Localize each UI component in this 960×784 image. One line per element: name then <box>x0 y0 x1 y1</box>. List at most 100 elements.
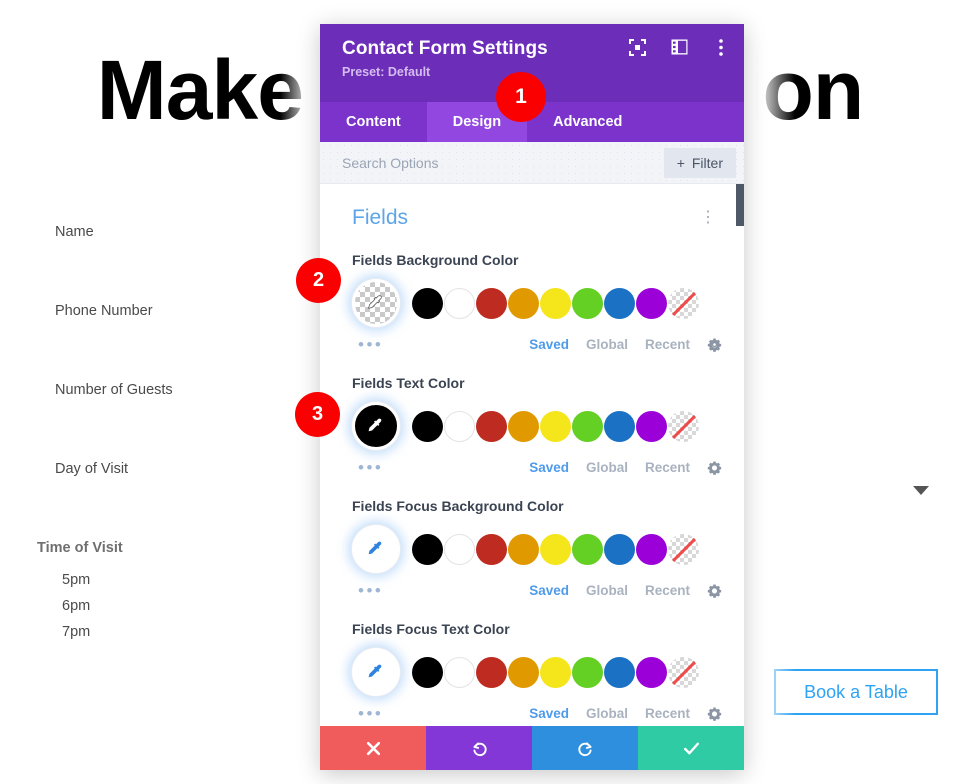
palette-tabs: Saved Global Recent <box>529 460 722 475</box>
palette-dot-orange[interactable] <box>508 533 539 565</box>
field-group-fields-background-color: Fields Background Color ••• Saved Global… <box>320 252 744 353</box>
palette-dot-transparent[interactable] <box>668 287 699 319</box>
eyedropper-icon <box>368 541 382 555</box>
filter-button[interactable]: + Filter <box>663 147 736 178</box>
palette-dot-blue[interactable] <box>604 287 635 319</box>
dropdown-caret-icon[interactable] <box>913 486 929 495</box>
kebab-menu-icon[interactable] <box>712 38 730 56</box>
close-icon <box>366 741 380 755</box>
modal-header-icons <box>628 38 730 56</box>
palette-dot-yellow[interactable] <box>540 287 571 319</box>
more-options-dots[interactable]: ••• <box>358 336 383 353</box>
palette-dot-blue[interactable] <box>604 410 635 442</box>
layout-panel-icon[interactable] <box>670 38 688 56</box>
gear-icon[interactable] <box>707 337 722 352</box>
palette-dot-white[interactable] <box>444 287 475 319</box>
save-button[interactable] <box>638 726 744 770</box>
palette-tab-recent[interactable]: Recent <box>645 706 690 721</box>
tab-advanced[interactable]: Advanced <box>527 102 648 142</box>
palette-dot-yellow[interactable] <box>540 410 571 442</box>
palette-dot-black[interactable] <box>412 656 443 688</box>
color-palette <box>412 410 699 442</box>
modal-footer <box>320 726 744 770</box>
focus-icon[interactable] <box>628 38 646 56</box>
palette-dot-black[interactable] <box>412 533 443 565</box>
section-title: Fields <box>352 206 409 229</box>
field-label: Fields Focus Background Color <box>352 498 564 514</box>
palette-tabs: Saved Global Recent <box>529 706 722 721</box>
palette-dot-yellow[interactable] <box>540 533 571 565</box>
palette-tab-saved[interactable]: Saved <box>529 460 569 475</box>
palette-dot-green[interactable] <box>572 287 603 319</box>
palette-dot-orange[interactable] <box>508 656 539 688</box>
palette-dot-dark-red[interactable] <box>476 410 507 442</box>
active-color-swatch[interactable] <box>352 648 400 696</box>
modal-scrollbar-thumb[interactable] <box>736 184 744 226</box>
palette-dot-transparent[interactable] <box>668 410 699 442</box>
palette-tabs: Saved Global Recent <box>529 583 722 598</box>
palette-dot-dark-red[interactable] <box>476 533 507 565</box>
callout-badge-3: 3 <box>295 392 340 437</box>
search-input[interactable] <box>342 154 664 171</box>
palette-dot-transparent[interactable] <box>668 533 699 565</box>
palette-dot-transparent[interactable] <box>668 656 699 688</box>
palette-dot-white[interactable] <box>444 410 475 442</box>
eyedropper-icon <box>368 664 382 678</box>
palette-dot-dark-red[interactable] <box>476 656 507 688</box>
palette-dot-orange[interactable] <box>508 287 539 319</box>
undo-icon <box>472 741 487 756</box>
palette-dot-green[interactable] <box>572 656 603 688</box>
palette-dot-purple[interactable] <box>636 287 667 319</box>
search-bar: + Filter <box>320 142 744 184</box>
palette-tab-saved[interactable]: Saved <box>529 706 569 721</box>
right-fade-overlay <box>740 0 795 784</box>
palette-dot-white[interactable] <box>444 533 475 565</box>
palette-dot-dark-red[interactable] <box>476 287 507 319</box>
palette-dot-purple[interactable] <box>636 656 667 688</box>
palette-dot-orange[interactable] <box>508 410 539 442</box>
palette-tab-saved[interactable]: Saved <box>529 583 569 598</box>
field-group-fields-focus-background-color: Fields Focus Background Color ••• Saved … <box>320 498 744 599</box>
more-options-dots[interactable]: ••• <box>358 705 383 722</box>
palette-dot-green[interactable] <box>572 410 603 442</box>
palette-tab-recent[interactable]: Recent <box>645 583 690 598</box>
more-options-dots[interactable]: ••• <box>358 582 383 599</box>
palette-dot-black[interactable] <box>412 287 443 319</box>
active-color-swatch[interactable] <box>352 402 400 450</box>
eyedropper-icon <box>368 295 382 309</box>
modal-scrollbar-track[interactable] <box>736 184 744 726</box>
swatch-row <box>352 402 722 450</box>
palette-dot-white[interactable] <box>444 656 475 688</box>
field-group-fields-text-color: Fields Text Color ••• Saved Global Recen… <box>320 375 744 476</box>
palette-dot-purple[interactable] <box>636 533 667 565</box>
palette-tab-global[interactable]: Global <box>586 583 628 598</box>
palette-tab-global[interactable]: Global <box>586 706 628 721</box>
cancel-button[interactable] <box>320 726 426 770</box>
palette-tab-global[interactable]: Global <box>586 460 628 475</box>
palette-dot-green[interactable] <box>572 533 603 565</box>
palette-tab-recent[interactable]: Recent <box>645 460 690 475</box>
palette-tab-saved[interactable]: Saved <box>529 337 569 352</box>
more-options-dots[interactable]: ••• <box>358 459 383 476</box>
active-color-swatch[interactable] <box>352 279 400 327</box>
palette-dot-blue[interactable] <box>604 656 635 688</box>
palette-tab-global[interactable]: Global <box>586 337 628 352</box>
field-label: Fields Background Color <box>352 252 519 268</box>
gear-icon[interactable] <box>707 460 722 475</box>
palette-dot-purple[interactable] <box>636 410 667 442</box>
active-color-swatch[interactable] <box>352 525 400 573</box>
palette-dot-blue[interactable] <box>604 533 635 565</box>
section-kebab-icon[interactable]: ⋮ <box>694 208 722 228</box>
undo-button[interactable] <box>426 726 532 770</box>
gear-icon[interactable] <box>707 583 722 598</box>
tab-content[interactable]: Content <box>320 102 427 142</box>
gear-icon[interactable] <box>707 706 722 721</box>
swatch-meta-row: ••• Saved Global Recent <box>352 705 722 722</box>
swatch-row <box>352 279 722 327</box>
palette-dot-black[interactable] <box>412 410 443 442</box>
palette-dot-yellow[interactable] <box>540 656 571 688</box>
book-a-table-button[interactable]: Book a Table <box>774 669 938 715</box>
redo-button[interactable] <box>532 726 638 770</box>
palette-tabs: Saved Global Recent <box>529 337 722 352</box>
palette-tab-recent[interactable]: Recent <box>645 337 690 352</box>
